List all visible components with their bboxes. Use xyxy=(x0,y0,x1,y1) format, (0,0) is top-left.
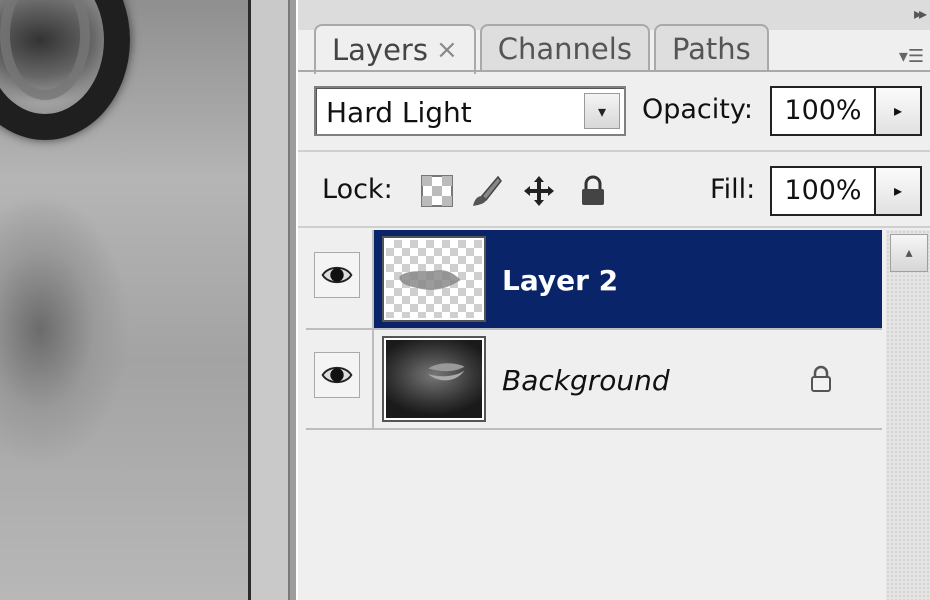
opacity-value[interactable]: 100% xyxy=(772,88,876,134)
blend-mode-value: Hard Light xyxy=(326,96,472,129)
fill-field[interactable]: 100% ▸ xyxy=(770,166,922,216)
layer-thumbnail[interactable] xyxy=(382,336,486,422)
lock-all-icon[interactable] xyxy=(576,174,610,208)
fill-label: Fill: xyxy=(710,174,756,205)
panel-tabs: Layers × Channels Paths xyxy=(314,24,773,74)
tab-paths-label: Paths xyxy=(671,32,751,66)
opacity-slider-arrow-icon[interactable]: ▸ xyxy=(876,88,920,134)
lock-image-pixels-icon[interactable] xyxy=(470,174,504,208)
tab-channels-label: Channels xyxy=(497,32,632,66)
lock-label: Lock: xyxy=(322,174,393,205)
layer-row-background[interactable]: Background xyxy=(306,330,882,430)
visibility-cell[interactable] xyxy=(306,330,374,428)
lock-fill-row: Lock: Fill: 100% ▸ xyxy=(298,154,930,228)
eye-icon[interactable] xyxy=(314,352,360,398)
eye-icon[interactable] xyxy=(314,252,360,298)
layer-name[interactable]: Layer 2 xyxy=(502,264,618,297)
tab-channels[interactable]: Channels xyxy=(479,24,650,72)
close-icon[interactable]: × xyxy=(436,27,458,73)
layer-content-shape xyxy=(399,270,461,290)
layer-thumbnail[interactable] xyxy=(382,236,486,322)
tab-paths[interactable]: Paths xyxy=(653,24,769,72)
workspace-gutter xyxy=(251,0,288,600)
lock-transparent-pixels-icon[interactable] xyxy=(420,174,454,208)
opacity-label: Opacity: xyxy=(642,94,753,125)
layers-list: Layer 2 Background xyxy=(306,230,882,600)
layer-name[interactable]: Background xyxy=(502,364,670,397)
visibility-cell[interactable] xyxy=(306,230,374,328)
collapse-to-icons-button[interactable]: ▸▸ xyxy=(914,4,927,23)
scroll-up-icon[interactable]: ▴ xyxy=(890,234,928,272)
panel-menu-icon[interactable]: ▾☰ xyxy=(899,46,924,67)
chevron-down-icon[interactable]: ▾ xyxy=(584,93,620,129)
panel-dock-edge[interactable] xyxy=(288,0,296,600)
fill-value[interactable]: 100% xyxy=(772,168,876,214)
layer-row-layer-2[interactable]: Layer 2 xyxy=(306,230,882,330)
tab-layers[interactable]: Layers × xyxy=(314,24,476,74)
tab-layers-label: Layers xyxy=(332,33,428,67)
fill-slider-arrow-icon[interactable]: ▸ xyxy=(876,168,920,214)
lock-icon xyxy=(811,365,831,392)
layer-photo-lips xyxy=(428,363,465,381)
document-canvas[interactable] xyxy=(0,0,248,600)
lock-position-icon[interactable] xyxy=(522,174,556,208)
layers-scrollbar[interactable]: ▴ xyxy=(886,230,930,600)
opacity-field[interactable]: 100% ▸ xyxy=(770,86,922,136)
blend-opacity-row: Hard Light ▾ Opacity: 100% ▸ xyxy=(298,72,930,152)
blend-mode-select[interactable]: Hard Light ▾ xyxy=(314,86,626,136)
layers-panel: ▸▸ Layers × Channels Paths ▾☰ Hard Light… xyxy=(296,0,930,600)
